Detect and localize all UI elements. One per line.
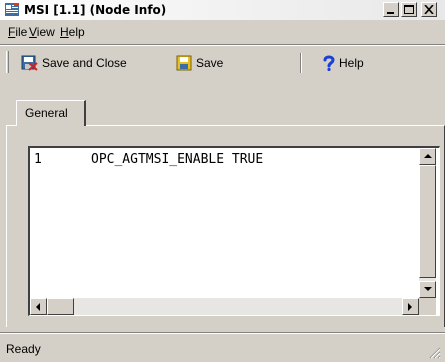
- text-editor[interactable]: 1 OPC_AGTMSI_ENABLE TRUE: [28, 146, 440, 316]
- vertical-scroll-thumb[interactable]: [419, 165, 436, 278]
- window-title: MSI [1.1] (Node Info): [24, 3, 167, 17]
- arrow-down-icon: [424, 287, 432, 291]
- node-info-window: MSI [1.1] (Node Info) File View Help Sav…: [0, 0, 445, 362]
- menu-view[interactable]: View: [29, 25, 55, 39]
- arrow-up-icon: [424, 154, 432, 158]
- scroll-up-button[interactable]: [419, 148, 436, 165]
- editor-line[interactable]: OPC_AGTMSI_ENABLE TRUE: [91, 152, 263, 167]
- save-and-close-icon: [21, 55, 38, 71]
- toolbar: Save and Close Save Help: [0, 47, 445, 77]
- menu-file[interactable]: File: [8, 25, 27, 39]
- line-number: 1: [34, 152, 42, 167]
- scroll-corner: [419, 298, 436, 315]
- title-bar[interactable]: MSI [1.1] (Node Info): [0, 0, 445, 20]
- arrow-right-icon: [408, 303, 412, 311]
- save-and-close-button[interactable]: Save and Close: [20, 53, 127, 73]
- help-question-icon: [323, 55, 335, 71]
- toolbar-separator: [0, 44, 445, 46]
- menu-help[interactable]: Help: [60, 25, 85, 39]
- scroll-left-button[interactable]: [30, 298, 47, 315]
- app-icon: [5, 3, 19, 16]
- save-icon: [176, 55, 192, 71]
- tab-general-label: General: [25, 106, 68, 120]
- help-label: Help: [339, 56, 364, 70]
- toolbar-grip[interactable]: [6, 51, 9, 73]
- help-button[interactable]: Help: [323, 53, 364, 73]
- save-label: Save: [196, 56, 224, 70]
- save-button[interactable]: Save: [176, 53, 223, 73]
- status-text: Ready: [6, 342, 41, 356]
- status-bar: Ready: [0, 332, 445, 362]
- minimize-button[interactable]: [383, 2, 399, 17]
- vertical-scrollbar[interactable]: [419, 148, 436, 298]
- horizontal-scrollbar[interactable]: [30, 298, 419, 315]
- editor-content[interactable]: 1 OPC_AGTMSI_ENABLE TRUE: [30, 148, 419, 298]
- tab-general[interactable]: General: [16, 100, 86, 126]
- close-button[interactable]: [421, 2, 437, 17]
- scroll-right-button[interactable]: [402, 298, 419, 315]
- arrow-left-icon: [36, 303, 40, 311]
- scroll-down-button[interactable]: [419, 281, 436, 298]
- horizontal-scroll-thumb[interactable]: [47, 298, 74, 315]
- maximize-button[interactable]: [401, 2, 417, 17]
- toolbar-divider: [300, 53, 302, 73]
- save-and-close-label: Save and Close: [42, 56, 127, 70]
- menu-bar: File View Help: [0, 22, 445, 42]
- resize-grip-icon[interactable]: [428, 346, 441, 359]
